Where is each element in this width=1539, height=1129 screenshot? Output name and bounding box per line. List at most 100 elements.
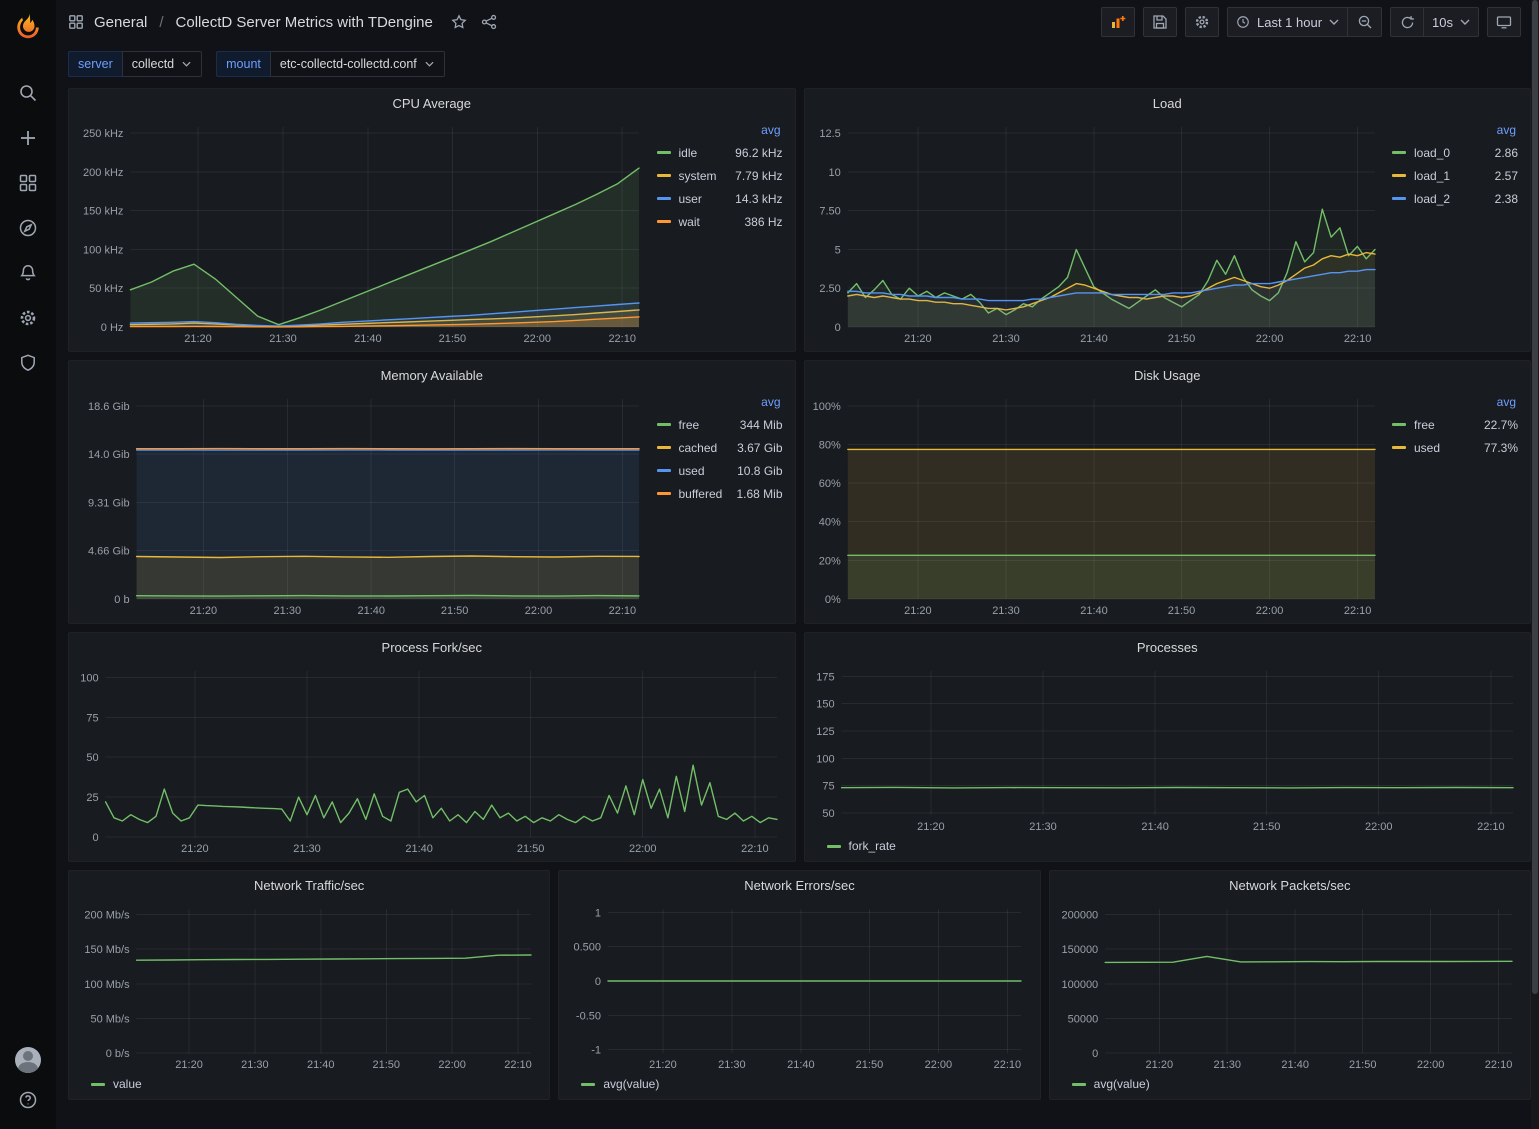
panel-header[interactable]: Process Fork/sec: [69, 633, 795, 661]
server-admin-shield-icon[interactable]: [17, 352, 39, 374]
legend-item-used[interactable]: used10.8 Gib: [657, 459, 783, 482]
network-errors-chart[interactable]: -1-0.5000.500121:2021:3021:4021:5022:002…: [563, 899, 1031, 1073]
legend-item-wait[interactable]: wait386 Hz: [657, 210, 783, 233]
network-packets-chart[interactable]: 05000010000015000020000021:2021:3021:402…: [1054, 899, 1522, 1073]
panel-header[interactable]: Processes: [805, 633, 1531, 661]
save-dashboard-button[interactable]: [1143, 7, 1177, 37]
svg-text:0: 0: [834, 322, 840, 334]
svg-text:21:30: 21:30: [274, 605, 302, 617]
legend-series-name: cached: [679, 441, 718, 455]
legend-series-name: load_2: [1414, 192, 1450, 206]
panel-header[interactable]: Network Errors/sec: [559, 871, 1039, 899]
svg-text:40%: 40%: [818, 517, 840, 529]
add-panel-button[interactable]: [1101, 7, 1135, 37]
share-icon[interactable]: [481, 14, 497, 30]
scrollbar-thumb[interactable]: [1532, 0, 1538, 994]
panel-header[interactable]: Memory Available: [69, 361, 795, 389]
legend-item-user[interactable]: user14.3 kHz: [657, 187, 783, 210]
legend-item-buffered[interactable]: buffered1.68 Mib: [657, 482, 783, 505]
variable-value-dropdown[interactable]: etc-collectd-collectd.conf: [270, 51, 445, 77]
help-icon[interactable]: [17, 1089, 39, 1111]
configuration-gear-icon[interactable]: [17, 307, 39, 329]
legend-series-name: system: [679, 169, 717, 183]
series-color-dash: [1072, 1083, 1086, 1086]
legend-item-cached[interactable]: cached3.67 Gib: [657, 436, 783, 459]
time-range-picker[interactable]: Last 1 hour: [1227, 7, 1348, 37]
panel-header[interactable]: Disk Usage: [805, 361, 1531, 389]
legend-item-system[interactable]: system7.79 kHz: [657, 164, 783, 187]
legend-series-value: 14.3 kHz: [735, 192, 782, 206]
svg-text:21:40: 21:40: [354, 333, 382, 345]
zoom-out-button[interactable]: [1348, 7, 1382, 37]
legend-item-load_2[interactable]: load_22.38: [1392, 187, 1518, 210]
variable-value: collectd: [132, 57, 174, 71]
svg-text:22:10: 22:10: [1477, 821, 1505, 833]
search-icon[interactable]: [17, 82, 39, 104]
legend-item-fork_rate[interactable]: fork_rate: [827, 837, 896, 855]
memory-available-legend: avgfree344 Mibcached3.67 Gibused10.8 Gib…: [649, 389, 787, 619]
legend-series-name: free: [1414, 418, 1435, 432]
tv-mode-button[interactable]: [1487, 7, 1521, 37]
alerting-bell-icon[interactable]: [17, 262, 39, 284]
variable-server: server collectd: [68, 51, 202, 77]
apps-grid-icon: [68, 14, 84, 30]
svg-text:21:50: 21:50: [439, 333, 467, 345]
legend-calc-header: avg: [1392, 123, 1518, 141]
panel-header[interactable]: Load: [805, 89, 1531, 117]
panel-load: Load 02.5057.501012.521:2021:3021:4021:5…: [804, 88, 1532, 352]
svg-text:50 kHz: 50 kHz: [89, 283, 123, 295]
legend-item-value[interactable]: value: [91, 1075, 142, 1093]
svg-text:21:30: 21:30: [293, 843, 321, 855]
svg-text:21:40: 21:40: [1080, 333, 1108, 345]
breadcrumb: General / CollectD Server Metrics with T…: [68, 14, 497, 31]
series-color-dash: [657, 151, 671, 154]
toolbar-actions: Last 1 hour 10s: [1101, 7, 1521, 37]
processes-chart[interactable]: 507510012515017521:2021:3021:4021:5022:0…: [809, 661, 1523, 835]
create-plus-icon[interactable]: [17, 127, 39, 149]
legend-item-free[interactable]: free22.7%: [1392, 413, 1518, 436]
refresh-interval-picker[interactable]: 10s: [1424, 7, 1479, 37]
svg-text:22:10: 22:10: [1343, 605, 1371, 617]
legend-item-free[interactable]: free344 Mib: [657, 413, 783, 436]
page-scrollbar[interactable]: [1531, 0, 1539, 1129]
panel-network-errors: Network Errors/sec -1-0.5000.500121:2021…: [558, 870, 1040, 1100]
process-fork-chart[interactable]: 025507510021:2021:3021:4021:5022:0022:10: [73, 661, 787, 857]
legend-calc-header: avg: [657, 123, 783, 141]
svg-text:100: 100: [816, 753, 834, 765]
panel-title: Load: [1153, 96, 1182, 111]
legend-item-load_0[interactable]: load_02.86: [1392, 141, 1518, 164]
network-traffic-chart[interactable]: 0 b/s50 Mb/s100 Mb/s150 Mb/s200 Mb/s21:2…: [73, 899, 541, 1073]
svg-text:22:10: 22:10: [504, 1059, 532, 1071]
panel-header[interactable]: Network Packets/sec: [1050, 871, 1530, 899]
svg-text:0%: 0%: [824, 594, 840, 606]
legend-item-load_1[interactable]: load_12.57: [1392, 164, 1518, 187]
variable-value-dropdown[interactable]: collectd: [122, 51, 202, 77]
breadcrumb-section[interactable]: General: [94, 14, 147, 31]
svg-text:21:20: 21:20: [904, 333, 932, 345]
grafana-logo-icon[interactable]: [13, 10, 43, 40]
variable-value: etc-collectd-collectd.conf: [280, 57, 417, 71]
legend-series-name: free: [679, 418, 700, 432]
load-chart[interactable]: 02.5057.501012.521:2021:3021:4021:5022:0…: [809, 117, 1385, 347]
panel-title: Processes: [1137, 640, 1198, 655]
panel-network-packets: Network Packets/sec 05000010000015000020…: [1049, 870, 1531, 1100]
top-navbar: General / CollectD Server Metrics with T…: [56, 0, 1539, 44]
dashboards-icon[interactable]: [17, 172, 39, 194]
explore-compass-icon[interactable]: [17, 217, 39, 239]
panel-header[interactable]: Network Traffic/sec: [69, 871, 549, 899]
star-icon[interactable]: [451, 14, 467, 30]
refresh-button[interactable]: [1390, 7, 1424, 37]
memory-available-chart[interactable]: 0 b4.66 Gib9.31 Gib14.0 Gib18.6 Gib21:20…: [73, 389, 649, 619]
panel-header[interactable]: CPU Average: [69, 89, 795, 117]
cpu-average-chart[interactable]: 0 Hz50 kHz100 kHz150 kHz200 kHz250 kHz21…: [73, 117, 649, 347]
dashboard-title[interactable]: CollectD Server Metrics with TDengine: [176, 14, 433, 31]
user-avatar[interactable]: [15, 1047, 41, 1073]
dashboard-settings-button[interactable]: [1185, 7, 1219, 37]
disk-usage-chart[interactable]: 0%20%40%60%80%100%21:2021:3021:4021:5022…: [809, 389, 1385, 619]
legend-item-idle[interactable]: idle96.2 kHz: [657, 141, 783, 164]
legend-item-avg(value)[interactable]: avg(value): [1072, 1075, 1150, 1093]
legend-item-avg(value)[interactable]: avg(value): [581, 1075, 659, 1093]
legend-item-used[interactable]: used77.3%: [1392, 436, 1518, 459]
svg-text:75: 75: [822, 781, 834, 793]
series-color-dash: [657, 446, 671, 449]
